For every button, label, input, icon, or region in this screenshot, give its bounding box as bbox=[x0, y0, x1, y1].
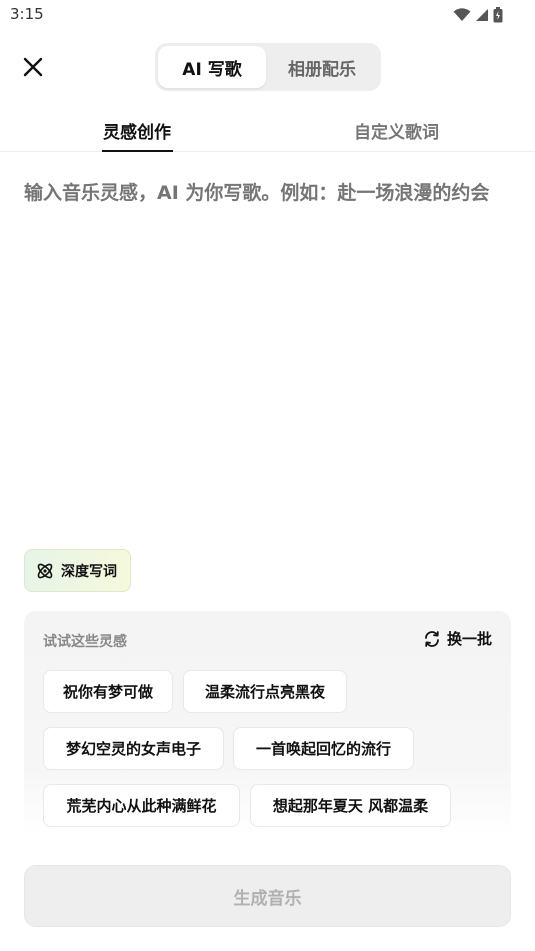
tab-active-indicator bbox=[102, 150, 173, 152]
wifi-icon bbox=[453, 8, 471, 21]
status-icons bbox=[453, 7, 503, 23]
inspiration-title: 试试这些灵感 bbox=[43, 634, 127, 650]
inspiration-chip[interactable]: 梦幻空灵的女声电子 bbox=[43, 727, 224, 770]
inspiration-chip[interactable]: 温柔流行点亮黑夜 bbox=[183, 670, 347, 713]
mode-segmented-control: AI 写歌 相册配乐 bbox=[155, 43, 381, 91]
refresh-label: 换一批 bbox=[446, 630, 492, 648]
deep-lyric-button[interactable]: 深度写词 bbox=[24, 549, 131, 592]
atom-icon bbox=[37, 563, 53, 578]
deep-lyric-label: 深度写词 bbox=[61, 563, 117, 580]
tab-bar: 灵感创作 自定义歌词 bbox=[0, 110, 535, 152]
screen: 3:15 AI 写歌 相册配乐 灵感创作 自定义歌词 输入音乐灵感，AI 为你写… bbox=[0, 0, 535, 951]
refresh-button[interactable]: 换一批 bbox=[423, 628, 492, 649]
inspiration-chip[interactable]: 荒芜内心从此种满鲜花 bbox=[43, 784, 240, 827]
signal-icon bbox=[476, 9, 488, 21]
inspiration-panel: 试试这些灵感 换一批 祝你有梦可做 温柔流行点亮黑夜 梦幻空灵的女声电子 一首唤… bbox=[24, 611, 511, 836]
segment-ai-songwriting[interactable]: AI 写歌 bbox=[158, 46, 266, 88]
segment-album-music[interactable]: 相册配乐 bbox=[266, 46, 378, 88]
status-bar: 3:15 bbox=[0, 0, 535, 30]
generate-music-button[interactable]: 生成音乐 bbox=[24, 865, 511, 927]
battery-icon bbox=[493, 7, 503, 23]
close-icon bbox=[23, 57, 43, 77]
inspiration-chip[interactable]: 想起那年夏天 风都温柔 bbox=[250, 784, 451, 827]
inspiration-chip[interactable]: 祝你有梦可做 bbox=[43, 670, 173, 713]
refresh-icon bbox=[425, 630, 439, 647]
tab-custom-lyrics[interactable]: 自定义歌词 bbox=[354, 118, 439, 143]
close-button[interactable] bbox=[20, 54, 46, 80]
inspiration-chip[interactable]: 一首唤起回忆的流行 bbox=[233, 727, 414, 770]
inspiration-input[interactable] bbox=[24, 172, 514, 532]
status-time: 3:15 bbox=[10, 5, 44, 23]
tab-inspiration[interactable]: 灵感创作 bbox=[103, 118, 171, 143]
